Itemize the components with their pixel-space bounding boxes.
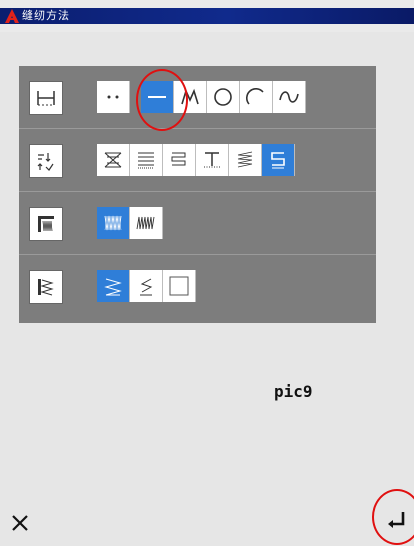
sewing-method-panel: [19, 66, 376, 323]
title-bar: 缝纫方法: [0, 0, 414, 32]
row-stitch-type: [19, 66, 376, 129]
cross-hatch-icon[interactable]: [97, 144, 130, 176]
stitch-length-icon[interactable]: [29, 81, 63, 115]
tack-down-icon[interactable]: [196, 144, 229, 176]
m-zigzag-icon[interactable]: [174, 81, 207, 113]
enter-button[interactable]: [383, 508, 411, 536]
app-logo-icon: [4, 8, 20, 24]
dot-dot-icon[interactable]: [97, 81, 130, 113]
straight-line-icon[interactable]: [141, 81, 174, 113]
serpentine-icon[interactable]: [163, 144, 196, 176]
arc-icon[interactable]: [240, 81, 273, 113]
row-fill-pattern: [19, 129, 376, 192]
wave-curve-icon[interactable]: [273, 81, 306, 113]
row-satin: [19, 192, 376, 255]
corner-zigzag-icon[interactable]: [97, 270, 130, 302]
window-title: 缝纫方法: [22, 9, 70, 22]
horizontal-lines-icon[interactable]: [130, 144, 163, 176]
double-zigzag-icon[interactable]: [97, 207, 130, 239]
corner-step-icon[interactable]: [130, 270, 163, 302]
satin-pattern-icon[interactable]: [29, 207, 63, 241]
s-fill-icon[interactable]: [262, 144, 295, 176]
circle-icon[interactable]: [207, 81, 240, 113]
preview-label: pic9: [274, 382, 313, 401]
close-icon: [10, 513, 30, 537]
diagonal-fill-icon[interactable]: [229, 144, 262, 176]
row-corner: [19, 255, 376, 317]
corner-pattern-icon[interactable]: [29, 270, 63, 304]
close-button[interactable]: [8, 512, 32, 538]
empty-square-icon[interactable]: [163, 270, 196, 302]
enter-return-icon: [386, 509, 408, 535]
single-zigzag-icon[interactable]: [130, 207, 163, 239]
direction-swap-icon[interactable]: [29, 144, 63, 178]
